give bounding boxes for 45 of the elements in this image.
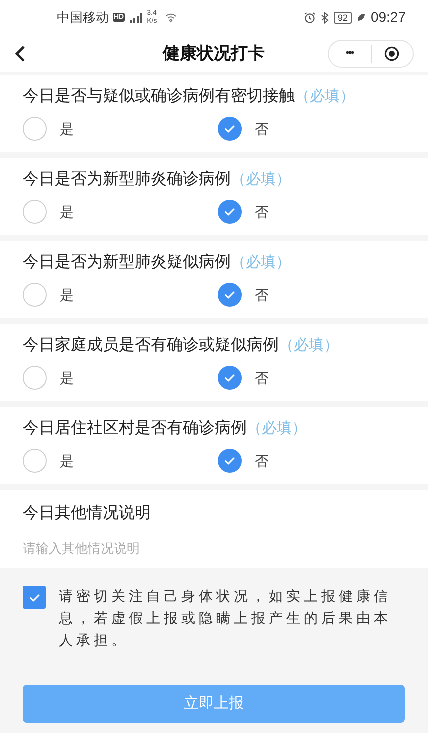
option-label: 是 [60,202,74,222]
radio-button[interactable] [23,449,47,473]
wifi-icon [165,12,178,22]
option-label: 否 [255,452,269,470]
target-icon [384,46,400,62]
option-label: 是 [60,368,74,388]
radio-button[interactable] [23,200,47,224]
carrier-name: 中国移动 [57,8,109,27]
radio-button[interactable] [23,283,47,307]
question-label: 今日是否为新型肺炎确诊病例 [23,170,231,190]
battery-level: 92 [334,12,352,24]
option-label: 否 [255,368,269,388]
required-tag: （必填） [247,418,307,440]
checkbox[interactable] [23,586,46,609]
radio-button[interactable] [23,366,47,390]
question-label: 今日家庭成员是否有确诊或疑似病例 [23,336,279,356]
radio-button[interactable] [218,283,242,307]
option-label: 是 [60,120,74,138]
question-label: 今日居住社区村是否有确诊病例 [23,418,247,439]
option-label: 否 [255,202,269,222]
question-label: 今日是否与疑似或确诊病例有密切接触 [23,86,295,107]
leaf-icon [356,13,366,22]
option-label: 否 [255,120,269,138]
more-button[interactable]: ••• [329,46,370,61]
clock-time: 09:27 [370,8,406,27]
option-label: 否 [255,286,269,304]
radio-button[interactable] [218,366,242,390]
option-label: 是 [60,452,74,470]
required-tag: （必填） [231,252,291,274]
option-label: 是 [60,286,74,304]
signal-icon [129,12,144,22]
bluetooth-icon [320,12,329,24]
agreement-text: 请密切关注自己身体状况，如实上报健康信息，若虚假上报或隐瞒上报产生的后果由本人承担。 [59,587,392,650]
radio-button[interactable] [218,117,242,141]
radio-button[interactable] [218,200,242,224]
field-label: 今日其他情况说明 [23,504,152,524]
page-title: 健康状况打卡 [163,42,265,65]
required-tag: （必填） [231,169,291,191]
alarm-icon [304,12,316,24]
radio-button[interactable] [23,117,47,141]
question-label: 今日是否为新型肺炎疑似病例 [23,252,231,273]
required-tag: （必填） [279,335,339,357]
input-field[interactable]: 请输入其他情况说明 [23,539,403,558]
required-tag: （必填） [295,86,355,108]
radio-button[interactable] [218,449,242,473]
